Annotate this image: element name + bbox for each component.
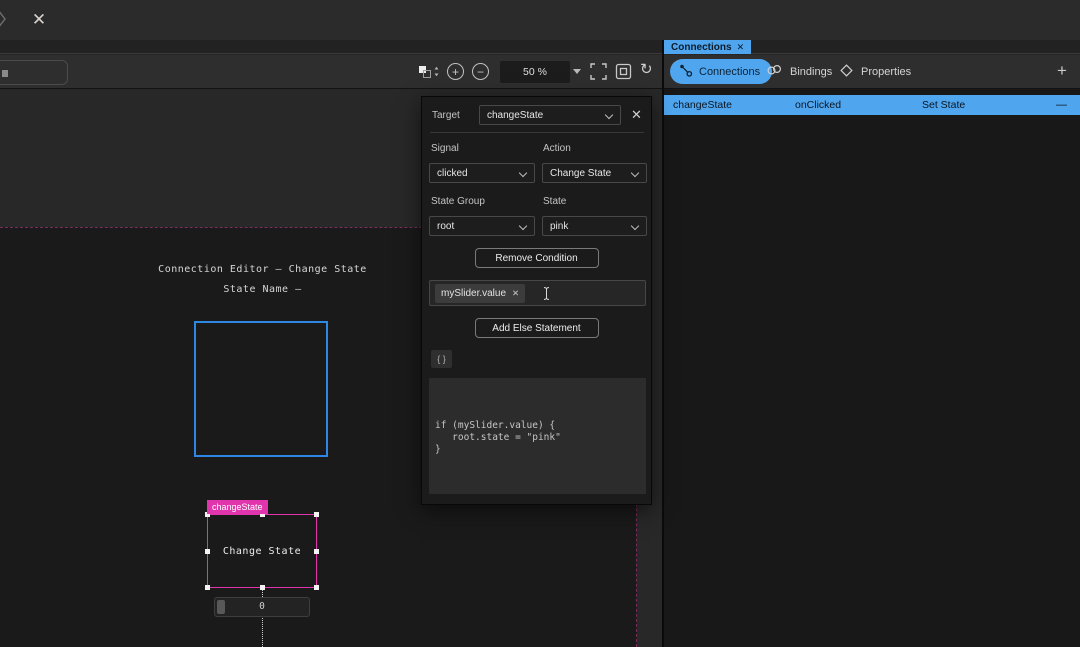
rectangle-item[interactable] — [194, 321, 328, 457]
resize-handle-sw[interactable] — [205, 585, 210, 590]
button-text: Change State — [208, 515, 316, 587]
remove-connection-button[interactable]: — — [1056, 99, 1067, 111]
dialog-separator — [430, 132, 644, 133]
condition-chip[interactable]: mySlider.value ✕ — [435, 284, 525, 303]
zoom-out-button[interactable]: − — [472, 63, 489, 80]
canvas-mode-icon[interactable] — [418, 64, 440, 85]
connections-tab[interactable]: Connections ✕ — [664, 40, 751, 54]
condition-field[interactable]: mySlider.value ✕ — [429, 280, 646, 306]
close-icon[interactable]: ✕ — [27, 8, 51, 32]
code-line: root.state = "pink" — [435, 432, 646, 444]
resize-handle-e[interactable] — [314, 549, 319, 554]
action-label: Action — [543, 143, 571, 154]
target-select[interactable]: changeState — [479, 105, 621, 125]
connections-tab-label: Connections — [671, 42, 732, 53]
code-line: } — [435, 444, 646, 456]
code-preview: if (mySlider.value) { root.state = "pink… — [429, 378, 646, 494]
state-select[interactable]: pink — [542, 216, 647, 236]
condition-chip-label: mySlider.value — [441, 288, 506, 299]
resize-handle-ne[interactable] — [314, 512, 319, 517]
zoom-in-button[interactable]: + — [447, 63, 464, 80]
slider-value: 0 — [215, 601, 309, 612]
signal-label: Signal — [431, 143, 459, 154]
selected-button-item[interactable]: Change State — [207, 514, 317, 588]
selection-label: changeState — [207, 500, 268, 514]
text-cursor-icon — [542, 286, 551, 306]
tab-strip — [0, 40, 1080, 54]
bindings-icon — [766, 64, 783, 80]
bindings-view-button[interactable]: Bindings — [766, 59, 832, 84]
partial-toolbar-button[interactable] — [0, 60, 68, 85]
properties-diamond-icon — [839, 63, 854, 81]
chip-close-icon[interactable]: ✕ — [512, 288, 519, 299]
state-label: State — [543, 196, 566, 207]
reset-view-icon[interactable]: ↻ — [640, 60, 653, 78]
properties-button-label: Properties — [861, 66, 911, 78]
connection-row-target: changeState — [673, 99, 732, 111]
resize-handle-se[interactable] — [314, 585, 319, 590]
connection-icon — [679, 63, 693, 80]
fit-to-screen-icon[interactable] — [590, 63, 607, 85]
bindings-button-label: Bindings — [790, 66, 832, 78]
properties-view-button[interactable]: Properties — [839, 59, 911, 84]
connection-row-action: Set State — [922, 99, 965, 111]
zoom-level-field[interactable]: 50 % — [500, 61, 570, 83]
partial-button-icon — [2, 70, 8, 77]
connections-button-label: Connections — [699, 66, 760, 78]
connection-row[interactable]: changeState onClicked Set State — — [664, 95, 1080, 115]
connection-row-signal: onClicked — [795, 99, 841, 111]
target-label: Target — [432, 110, 460, 121]
connections-panel — [664, 89, 1080, 647]
back-chevron-icon[interactable] — [0, 9, 7, 34]
code-braces-button[interactable]: { } — [431, 350, 452, 368]
panel-divider[interactable] — [662, 40, 664, 647]
zoom-to-selection-icon[interactable] — [615, 63, 632, 85]
resize-handle-w[interactable] — [205, 549, 210, 554]
tab-close-icon[interactable]: ✕ — [737, 42, 745, 53]
code-line: if (mySlider.value) { — [435, 420, 646, 432]
zoom-dropdown-caret-icon[interactable] — [573, 69, 581, 74]
connection-editor-dialog: Target changeState ✕ Signal Action click… — [421, 96, 652, 505]
slider-item[interactable]: 0 — [214, 597, 310, 617]
add-connection-button[interactable]: + — [1051, 59, 1073, 83]
add-else-statement-button[interactable]: Add Else Statement — [475, 318, 599, 338]
signal-select[interactable]: clicked — [429, 163, 535, 183]
state-group-select[interactable]: root — [429, 216, 535, 236]
dialog-close-icon[interactable]: ✕ — [627, 105, 646, 124]
remove-condition-button[interactable]: Remove Condition — [475, 248, 599, 268]
title-bar: ✕ — [0, 0, 1080, 40]
resize-handle-s[interactable] — [260, 585, 265, 590]
state-group-label: State Group — [431, 196, 485, 207]
action-select[interactable]: Change State — [542, 163, 647, 183]
connections-view-button[interactable]: Connections — [670, 59, 772, 84]
